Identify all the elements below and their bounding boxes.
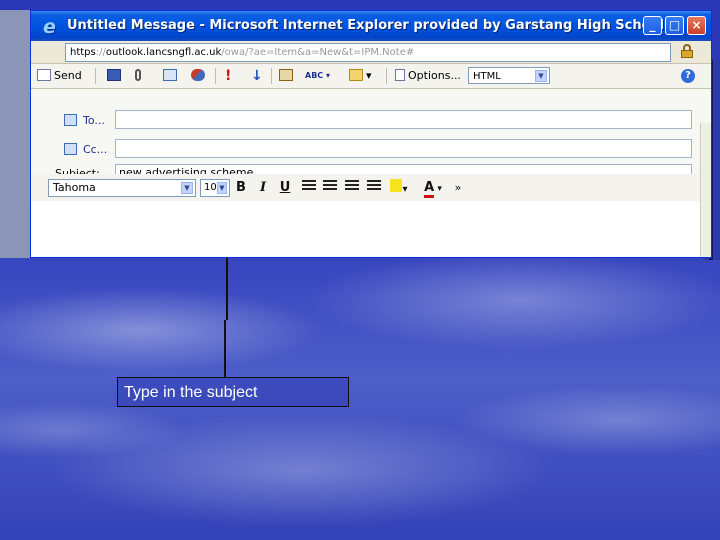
underline-button[interactable]: U — [278, 179, 292, 197]
message-options-button[interactable] — [279, 67, 296, 85]
toolbar-divider — [271, 68, 272, 84]
numbered-list-button[interactable] — [322, 179, 338, 197]
compose-window: e Untitled Message - Microsoft Internet … — [30, 10, 712, 258]
address-book-icon[interactable] — [64, 114, 77, 126]
minimize-button[interactable]: _ — [643, 16, 662, 35]
address-bar: https://outlook.lancsngfl.ac.uk/owa/?ae=… — [31, 41, 711, 64]
vertical-scrollbar[interactable] — [700, 123, 711, 257]
secure-lock-icon — [681, 44, 693, 58]
message-format-value: HTML — [473, 71, 501, 82]
url-protocol: https — [70, 47, 96, 58]
toolbar-divider — [386, 68, 387, 84]
message-body[interactable] — [31, 201, 711, 257]
send-button[interactable]: Send — [37, 67, 82, 85]
url-separator: :// — [95, 47, 106, 58]
attach-button[interactable] — [135, 67, 144, 85]
font-size-value: 10 — [204, 182, 217, 193]
toolbar-divider — [215, 68, 216, 84]
bullet-list-button[interactable] — [301, 179, 317, 197]
numbered-list-icon — [323, 180, 337, 192]
spell-check-icon: ABC — [305, 71, 324, 80]
chevron-down-icon: ▼ — [217, 182, 227, 194]
callout-connector-line — [224, 320, 226, 378]
font-color-icon: A — [424, 181, 435, 198]
to-button[interactable]: To... — [83, 114, 105, 127]
font-color-button[interactable]: A ▾ — [420, 179, 446, 198]
signature-icon — [349, 69, 363, 81]
toolbar-divider — [95, 68, 96, 84]
exclamation-icon: ! — [225, 68, 232, 84]
options-page-icon — [395, 69, 405, 81]
address-book-button[interactable] — [163, 67, 180, 85]
maximize-button[interactable]: □ — [665, 16, 684, 35]
internet-explorer-icon: e — [43, 16, 56, 38]
cc-field[interactable] — [115, 139, 692, 158]
highlighter-icon — [390, 179, 403, 192]
chevron-down-icon: ▼ — [181, 182, 193, 194]
check-names-icon — [191, 69, 205, 81]
increase-indent-button[interactable] — [366, 179, 382, 197]
message-toolbar: Send ! ↓ ABC ▾ ▾ Options... HTML ▼ ? — [31, 64, 711, 89]
window-title: Untitled Message - Microsoft Internet Ex… — [67, 18, 664, 33]
options-label: Options... — [408, 69, 461, 82]
to-field[interactable] — [115, 110, 692, 129]
title-bar[interactable]: e Untitled Message - Microsoft Internet … — [31, 11, 711, 41]
sensitivity-icon — [279, 69, 293, 81]
increase-indent-icon — [367, 180, 381, 192]
message-format-select[interactable]: HTML ▼ — [468, 67, 550, 84]
help-icon[interactable]: ? — [681, 69, 695, 83]
close-button[interactable]: × — [687, 16, 706, 35]
url-path: /owa/?ae=Item&a=New&t=IPM.Note# — [221, 47, 415, 58]
down-arrow-icon: ↓ — [251, 68, 263, 84]
subject-callout: Type in the subject — [117, 377, 349, 407]
low-importance-button[interactable]: ↓ — [251, 67, 263, 85]
send-label: Send — [54, 69, 82, 82]
decrease-indent-icon — [345, 180, 359, 192]
chevron-down-icon: ▼ — [535, 70, 547, 82]
bold-button[interactable]: B — [234, 179, 248, 197]
paperclip-icon — [135, 69, 141, 81]
spell-check-button[interactable]: ABC ▾ — [305, 67, 330, 85]
highlight-button[interactable]: ▾ — [386, 179, 412, 197]
formatting-toolbar: Tahoma ▼ 10 ▼ B I U ▾ A ▾ » — [31, 174, 711, 202]
address-field[interactable]: https://outlook.lancsngfl.ac.uk/owa/?ae=… — [65, 43, 671, 62]
cc-button[interactable]: Cc... — [83, 143, 107, 156]
font-name-select[interactable]: Tahoma ▼ — [48, 179, 196, 197]
callout-connector-line — [226, 258, 228, 320]
font-name-value: Tahoma — [53, 181, 96, 194]
check-names-button[interactable] — [191, 67, 208, 85]
bullet-list-icon — [302, 180, 316, 192]
address-book-icon[interactable] — [64, 143, 77, 155]
save-button[interactable] — [107, 67, 124, 85]
high-importance-button[interactable]: ! — [225, 67, 231, 85]
envelope-icon — [37, 69, 51, 81]
more-options-button[interactable]: » — [452, 179, 464, 197]
url-host: outlook.lancsngfl.ac.uk — [105, 47, 222, 58]
signature-button[interactable]: ▾ — [349, 67, 372, 85]
floppy-disk-icon — [107, 69, 121, 81]
address-book-icon — [163, 69, 177, 81]
italic-button[interactable]: I — [256, 179, 270, 197]
font-size-select[interactable]: 10 ▼ — [200, 179, 230, 197]
options-button[interactable]: Options... — [395, 67, 461, 85]
decrease-indent-button[interactable] — [344, 179, 360, 197]
